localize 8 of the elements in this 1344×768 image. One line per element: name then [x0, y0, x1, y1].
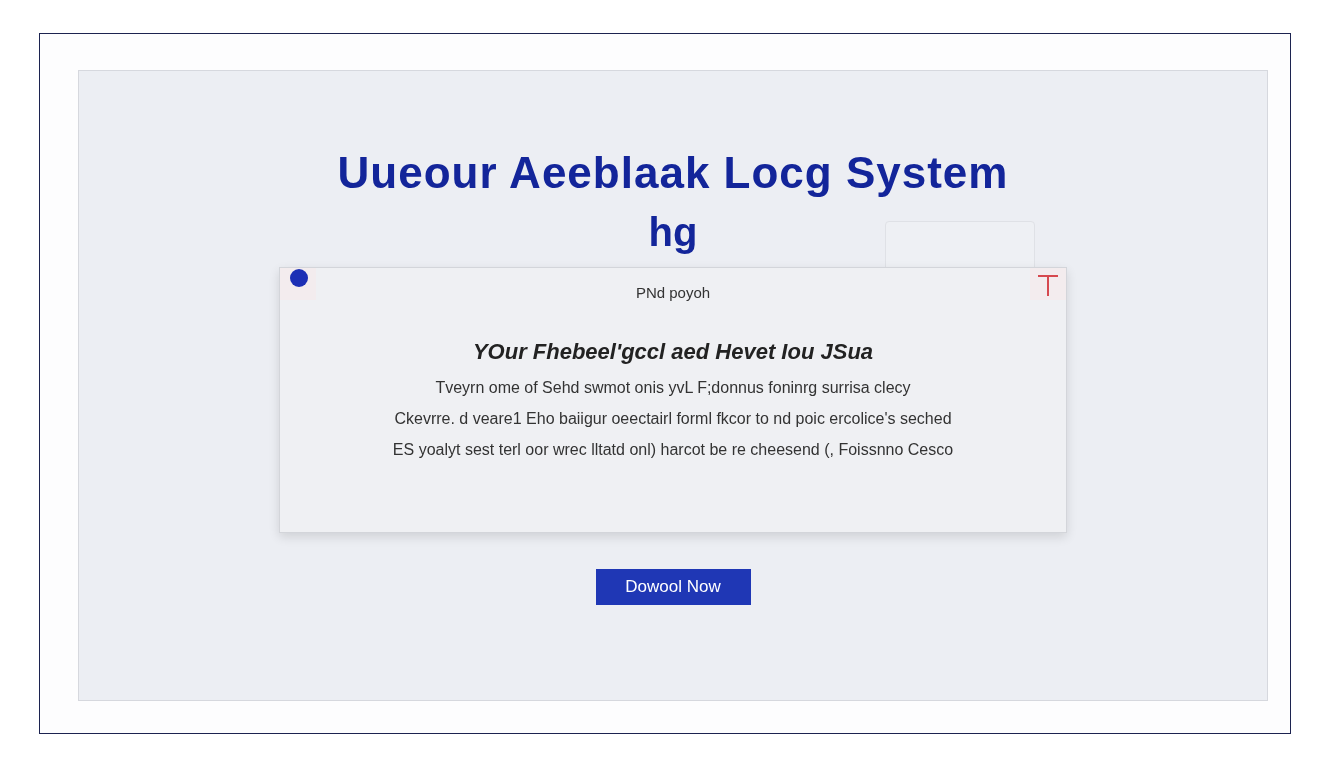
page-title: Uueour Aeeblaak Locg System — [337, 147, 1009, 199]
body-text: ES yoalyt sest terl oor wrec lltatd onl) harcot be re cheesend (, Foissnno Cesco — [392, 441, 954, 459]
page-subtitle: hg — [648, 209, 698, 256]
download-button[interactable]: Dowool Now — [595, 569, 751, 605]
card-heading: YOur Fhebeel'gccl aed Hevet Iou JSua — [472, 339, 874, 365]
body-text: Ckevrre. d veare1 Eho baiigur oeectairl forml fkcor to nd poic ercolice's seched — [394, 410, 952, 428]
card-caption: PNd poyoh — [635, 284, 711, 301]
body-text: Tveyrn ome of Sehd swmot onis yvL F;donnus foninrg surrisa clecy — [435, 379, 911, 397]
